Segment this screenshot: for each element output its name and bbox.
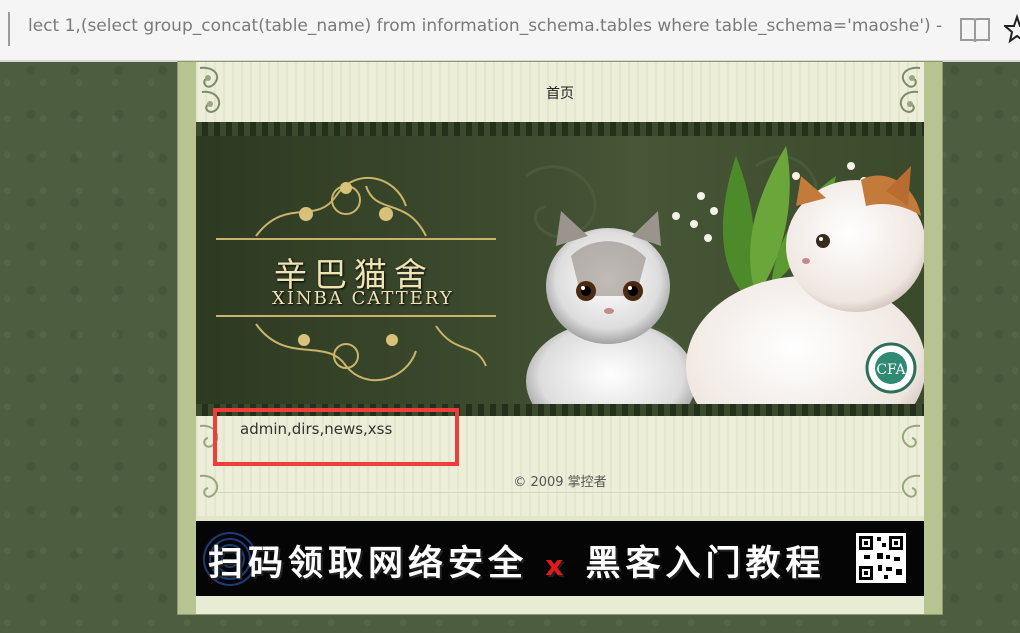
url-text[interactable]: lect 1,(select group_concat(table_name) …: [28, 16, 943, 36]
svg-text:CFA: CFA: [876, 362, 906, 378]
banner-border-top: [196, 122, 924, 136]
star-icon[interactable]: [1004, 14, 1020, 44]
page-frame: 首页 CFA 辛巴猫舍 XINBA CATTERY admin,dirs,new…: [178, 62, 942, 614]
page-inner: 首页 CFA 辛巴猫舍 XINBA CATTERY admin,dirs,new…: [196, 62, 924, 614]
corner-ornament-icon: [901, 424, 921, 498]
address-bar[interactable]: lect 1,(select group_concat(table_name) …: [0, 0, 1020, 62]
highlight-box: [213, 408, 459, 466]
ad-separator: x: [545, 549, 569, 582]
banner-title-en: XINBA CATTERY: [272, 288, 454, 309]
nav-bar: 首页: [196, 62, 924, 122]
content-area: admin,dirs,news,xss © 2009 掌控者: [196, 408, 924, 516]
banner: CFA 辛巴猫舍 XINBA CATTERY: [196, 136, 924, 404]
ad-text-right: 黑客入门教程: [585, 544, 826, 584]
qr-code-icon: [856, 533, 906, 583]
divider: [216, 492, 904, 493]
copyright-text: © 2009 掌控者: [513, 475, 607, 490]
address-bar-edge: [8, 12, 10, 46]
ad-text: 扫码领取网络安全 x 黑客入门教程: [208, 535, 825, 586]
nav-home-link[interactable]: 首页: [196, 83, 924, 103]
reader-mode-icon[interactable]: [958, 15, 992, 45]
ad-banner[interactable]: 扫码领取网络安全 x 黑客入门教程: [196, 521, 924, 596]
ad-text-left: 扫码领取网络安全: [208, 544, 529, 584]
footer-strip: [196, 596, 924, 614]
